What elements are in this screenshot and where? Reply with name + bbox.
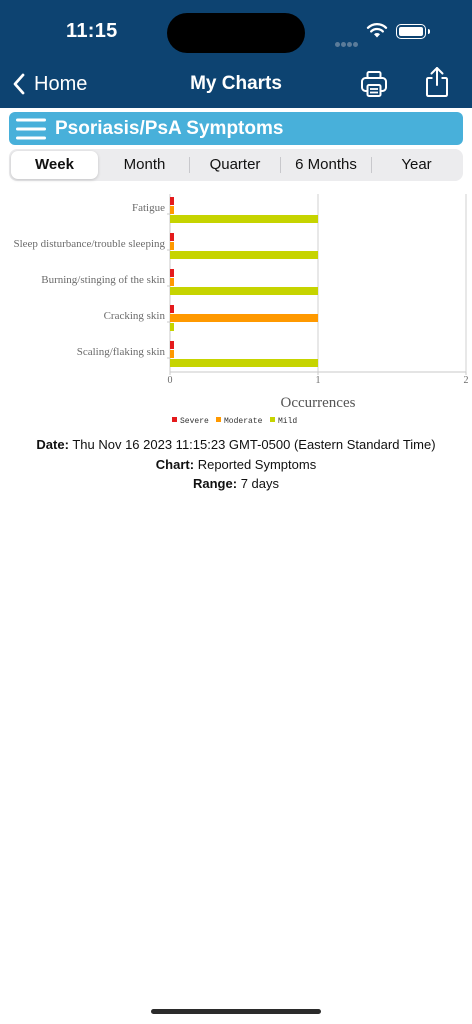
section-title: Psoriasis/PsA Symptoms [55, 118, 284, 139]
share-icon[interactable] [424, 66, 450, 98]
legend-label: Severe [180, 417, 209, 426]
tab-week[interactable]: Week [11, 151, 98, 179]
chart-value: Reported Symptoms [197, 457, 317, 472]
category-label: Cracking skin [104, 310, 166, 322]
bar-mild [170, 215, 318, 223]
bar-mild [170, 359, 318, 367]
legend-label: Mild [278, 417, 297, 426]
dynamic-island [167, 13, 305, 53]
bar-moderate [170, 314, 318, 322]
category-label: Fatigue [132, 202, 165, 214]
category-label: Scaling/flaking skin [77, 346, 166, 358]
tab-month[interactable]: Month [100, 151, 189, 179]
symptom-bar-chart: Fatigue Sleep disturbance/trouble sleepin… [13, 194, 469, 426]
bar-mild [170, 251, 318, 259]
chevron-left-icon [13, 73, 25, 95]
bar-moderate [170, 206, 174, 214]
legend-label: Moderate [224, 417, 263, 426]
bar-severe [170, 233, 174, 241]
bar-moderate [170, 278, 174, 286]
nav-bar: Home My Charts [0, 60, 472, 108]
bar-severe [170, 269, 174, 277]
hamburger-menu-icon[interactable] [16, 117, 46, 141]
category-label: Sleep disturbance/trouble sleeping [13, 238, 165, 250]
back-label: Home [34, 72, 88, 95]
legend-swatch [172, 417, 177, 422]
tab-quarter[interactable]: Quarter [190, 151, 280, 179]
date-line: Date: Thu Nov 16 2023 11:15:23 GMT-0500 … [0, 437, 472, 452]
range-label: Range: [193, 476, 238, 491]
chart-line: Chart: Reported Symptoms [0, 457, 472, 472]
tab-year[interactable]: Year [372, 151, 461, 179]
wifi-icon [366, 23, 388, 38]
range-value: 7 days [240, 476, 279, 491]
bar-severe [170, 305, 174, 313]
status-bar: 11:15 [0, 0, 472, 60]
tab-6-months[interactable]: 6 Months [281, 151, 371, 179]
status-time: 11:15 [66, 20, 118, 42]
legend-swatch [216, 417, 221, 422]
x-axis-title: Occurrences [281, 395, 356, 411]
bar-moderate [170, 350, 174, 358]
back-button[interactable]: Home [12, 70, 87, 98]
cellular-signal-icon [335, 34, 359, 52]
bar-severe [170, 197, 174, 205]
x-tick-label: 2 [464, 375, 469, 386]
range-line: Range: 7 days [0, 476, 472, 491]
home-indicator [151, 1009, 321, 1014]
x-tick-label: 1 [316, 375, 321, 386]
legend-swatch [270, 417, 275, 422]
date-value: Thu Nov 16 2023 11:15:23 GMT-0500 (Easte… [72, 437, 436, 452]
print-icon[interactable] [359, 69, 389, 99]
bar-mild [170, 287, 318, 295]
category-label: Burning/stinging of the skin [41, 274, 165, 286]
battery-icon [396, 24, 430, 39]
range-segmented-control: Week Month Quarter 6 Months Year [9, 149, 463, 181]
date-label: Date: [36, 437, 69, 452]
chart-label: Chart: [155, 457, 195, 472]
bar-severe [170, 341, 174, 349]
x-tick-label: 0 [168, 375, 173, 386]
bar-mild [170, 323, 174, 331]
section-header: Psoriasis/PsA Symptoms [9, 112, 463, 145]
bar-moderate [170, 242, 174, 250]
